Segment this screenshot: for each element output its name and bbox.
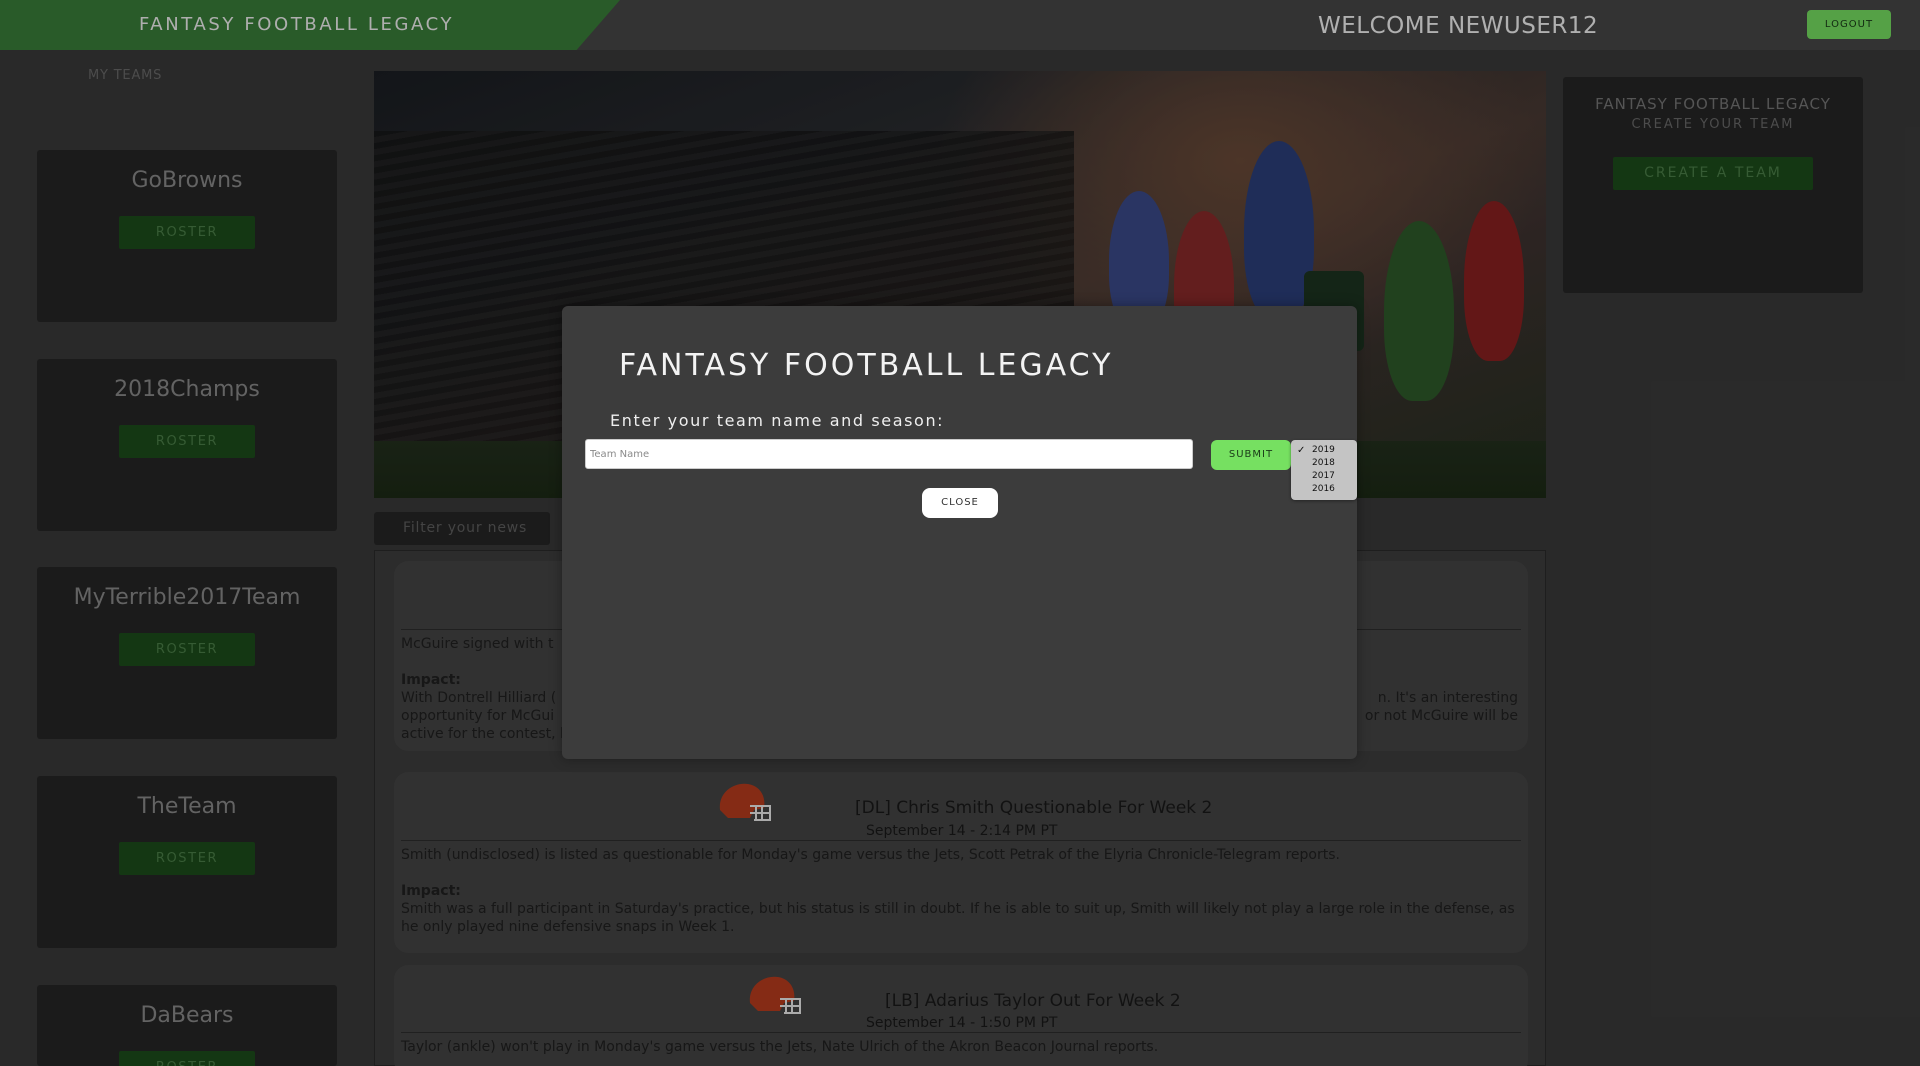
modal-prompt: Enter your team name and season: [610,411,945,430]
season-option[interactable]: 2016 [1291,483,1357,496]
modal-title: FANTASY FOOTBALL LEGACY [619,348,1114,383]
season-select-dropdown[interactable]: ✓ 2019 2018 2017 2016 [1291,440,1357,500]
create-team-modal: FANTASY FOOTBALL LEGACY Enter your team … [562,306,1357,759]
team-name-input[interactable] [585,439,1193,469]
season-option[interactable]: 2017 [1291,470,1357,483]
season-option[interactable]: ✓ 2019 [1291,444,1357,457]
season-option[interactable]: 2018 [1291,457,1357,470]
checkmark-icon: ✓ [1297,445,1306,456]
close-button[interactable]: CLOSE [922,488,998,518]
submit-button[interactable]: SUBMIT [1211,440,1291,470]
